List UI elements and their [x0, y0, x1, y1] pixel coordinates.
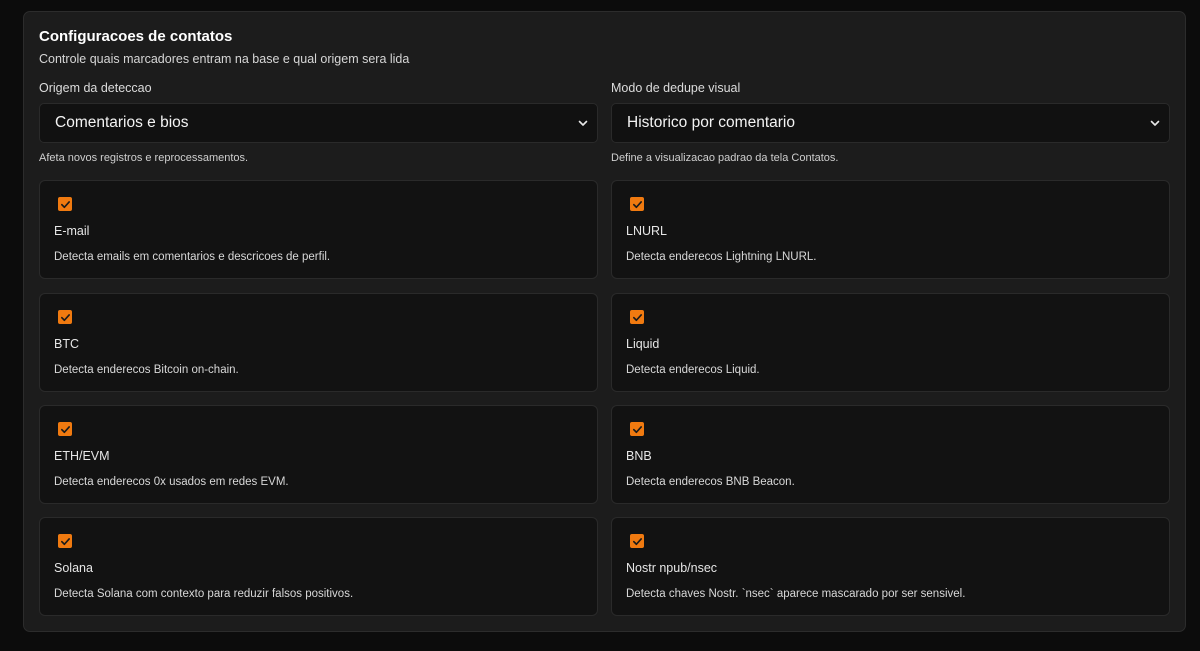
origin-label: Origem da deteccao — [39, 81, 152, 95]
checkmark-icon — [60, 537, 70, 545]
marker-checkbox-btc[interactable] — [58, 310, 72, 324]
dedupe-field: Modo de dedupe visual Historico por come… — [611, 81, 1170, 164]
checkmark-icon — [60, 425, 70, 433]
checkmark-icon — [632, 200, 642, 208]
marker-description: Detecta enderecos Lightning LNURL. — [626, 251, 817, 263]
marker-card-bnb: BNB Detecta enderecos BNB Beacon. — [611, 405, 1170, 504]
marker-checkbox-solana[interactable] — [58, 534, 72, 548]
marker-description: Detecta Solana com contexto para reduzir… — [54, 588, 354, 600]
marker-card-eth-evm: ETH/EVM Detecta enderecos 0x usados em r… — [39, 405, 598, 504]
checkmark-icon — [60, 200, 70, 208]
marker-card-solana: Solana Detecta Solana com contexto para … — [39, 517, 598, 616]
marker-checkbox-eth-evm[interactable] — [58, 422, 72, 436]
marker-checkbox-email[interactable] — [58, 197, 72, 211]
page-subtitle: Controle quais marcadores entram na base… — [39, 52, 410, 66]
origin-field: Origem da deteccao Comentarios e bios Af… — [39, 81, 598, 164]
origin-help: Afeta novos registros e reprocessamentos… — [39, 152, 249, 164]
marker-card-btc: BTC Detecta enderecos Bitcoin on-chain. — [39, 293, 598, 392]
marker-checkbox-liquid[interactable] — [630, 310, 644, 324]
marker-description: Detecta enderecos BNB Beacon. — [626, 476, 795, 488]
marker-checkbox-lnurl[interactable] — [630, 197, 644, 211]
marker-name: Nostr npub/nsec — [626, 561, 718, 575]
marker-description: Detecta emails em comentarios e descrico… — [54, 251, 331, 263]
checkmark-icon — [60, 313, 70, 321]
marker-card-nostr: Nostr npub/nsec Detecta chaves Nostr. `n… — [611, 517, 1170, 616]
marker-card-email: E-mail Detecta emails em comentarios e d… — [39, 180, 598, 279]
marker-name: Solana — [54, 561, 93, 575]
chevron-down-icon — [1150, 120, 1160, 126]
marker-name: ETH/EVM — [54, 449, 110, 463]
dedupe-label: Modo de dedupe visual — [611, 81, 741, 95]
checkmark-icon — [632, 313, 642, 321]
origin-select-value: Comentarios e bios — [55, 114, 189, 131]
marker-checkbox-bnb[interactable] — [630, 422, 644, 436]
marker-description: Detecta enderecos Liquid. — [626, 364, 760, 376]
marker-name: Liquid — [626, 337, 660, 351]
marker-checkbox-nostr[interactable] — [630, 534, 644, 548]
marker-name: LNURL — [626, 224, 667, 238]
checkmark-icon — [632, 425, 642, 433]
contacts-settings-panel: Configuracoes de contatos Controle quais… — [23, 11, 1186, 632]
checkmark-icon — [632, 537, 642, 545]
marker-card-liquid: Liquid Detecta enderecos Liquid. — [611, 293, 1170, 392]
marker-card-lnurl: LNURL Detecta enderecos Lightning LNURL. — [611, 180, 1170, 279]
marker-name: BTC — [54, 337, 79, 351]
marker-description: Detecta enderecos 0x usados em redes EVM… — [54, 476, 289, 488]
chevron-down-icon — [578, 120, 588, 126]
marker-name: E-mail — [54, 224, 90, 238]
marker-description: Detecta enderecos Bitcoin on-chain. — [54, 364, 239, 376]
origin-select[interactable]: Comentarios e bios — [39, 103, 598, 143]
marker-description: Detecta chaves Nostr. `nsec` aparece mas… — [626, 588, 966, 600]
dedupe-select[interactable]: Historico por comentario — [611, 103, 1170, 143]
marker-name: BNB — [626, 449, 652, 463]
dedupe-select-value: Historico por comentario — [627, 114, 795, 131]
page-title: Configuracoes de contatos — [39, 28, 233, 45]
dedupe-help: Define a visualizacao padrao da tela Con… — [611, 152, 839, 164]
